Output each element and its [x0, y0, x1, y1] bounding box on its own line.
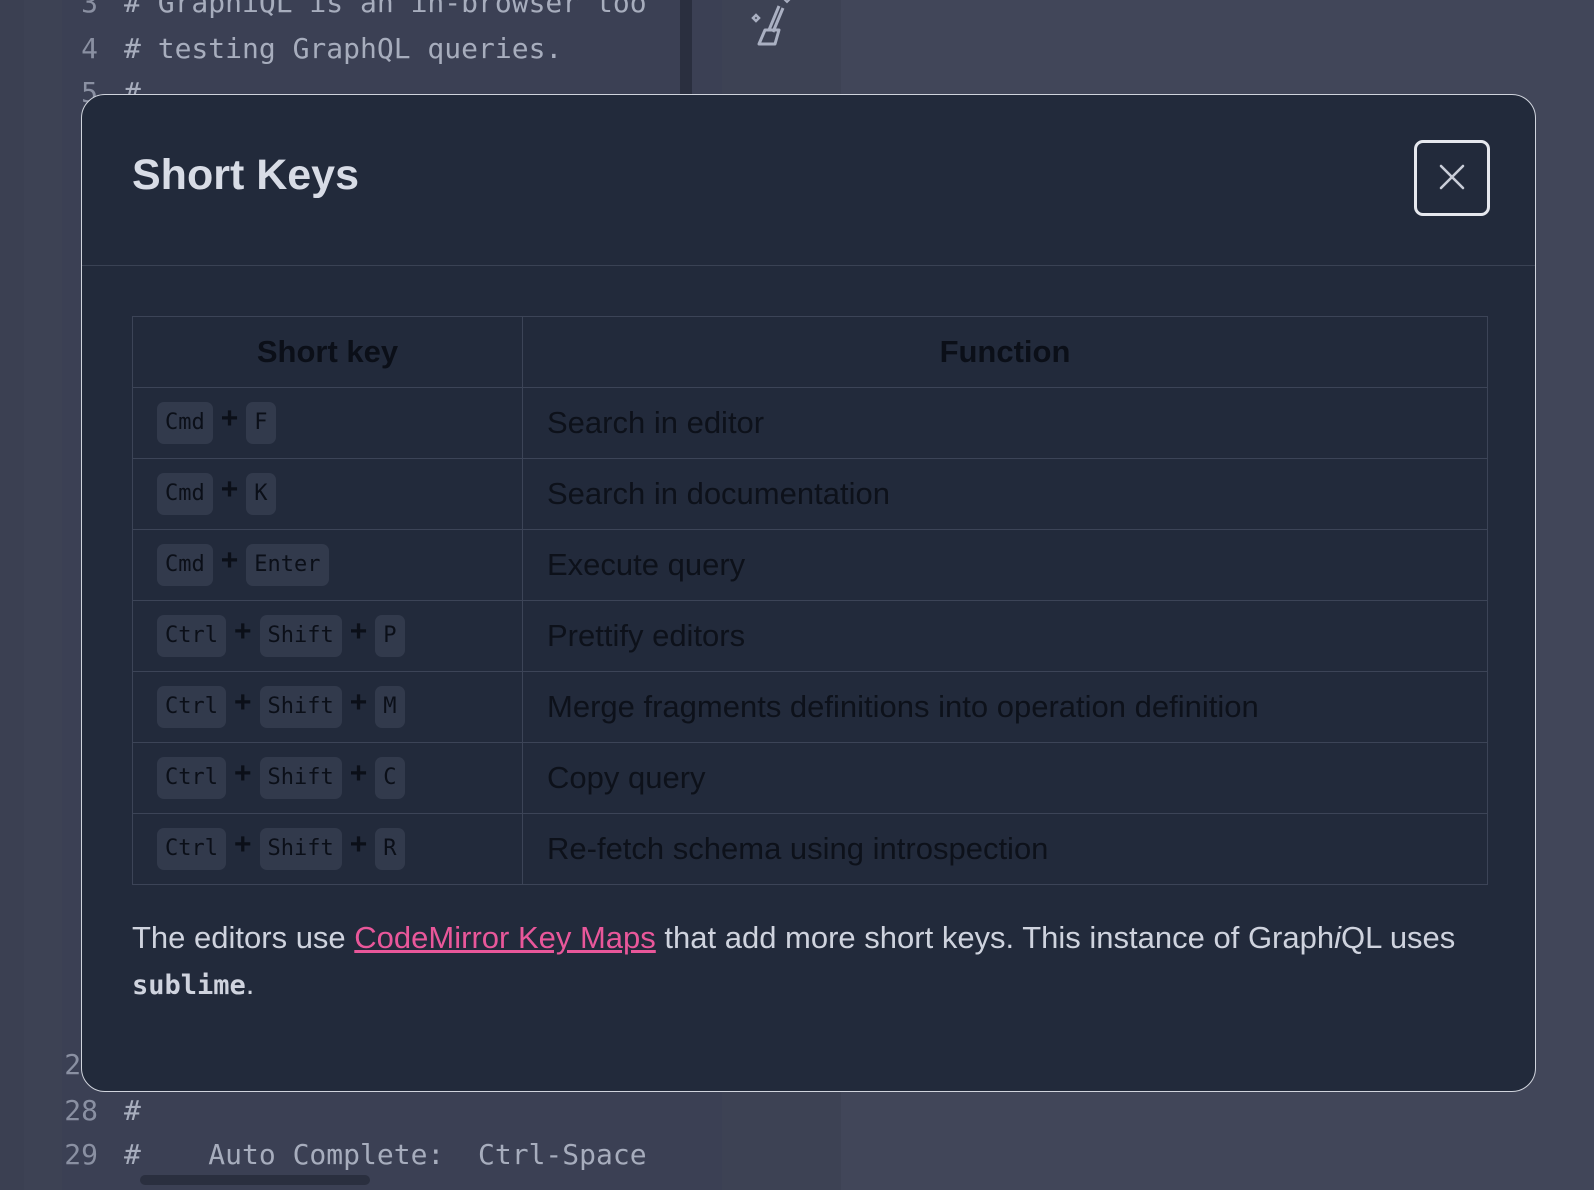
key-separator: +: [349, 828, 368, 861]
short-keys-table: Short key Function Cmd + F Search in editor…: [132, 316, 1488, 885]
column-header-short-key: Short key: [132, 316, 523, 388]
short-key-cell: Cmd + K: [132, 458, 523, 530]
line-number: 4: [81, 32, 98, 65]
footer-text-middle: that add more short keys. This instance …: [655, 920, 1335, 955]
key-separator: +: [349, 615, 368, 648]
key-cap: F: [246, 402, 276, 444]
dialog-title: Short Keys: [132, 151, 360, 199]
key-cap: Cmd: [157, 402, 213, 444]
key-cap: C: [375, 757, 405, 799]
short-keys-dialog: Short Keys Short key Function Cmd + F Searc…: [81, 94, 1536, 1092]
code-text: # GraphiQL is an in-browser too: [124, 0, 647, 19]
key-separator: +: [233, 615, 252, 648]
table-body: Cmd + F Search in editor Cmd + K Search in docu…: [132, 387, 1488, 885]
dialog-footer-text: The editors use CodeMirror Key Maps that…: [132, 915, 1472, 1009]
table-row: Ctrl + Shift + M Merge fragments definitions …: [132, 671, 1488, 743]
prettify-icon[interactable]: [745, 0, 795, 50]
key-cap: Ctrl: [157, 615, 226, 657]
key-cap: Ctrl: [157, 686, 226, 728]
code-line: 29 # Auto Complete: Ctrl-Space: [60, 1138, 647, 1171]
line-number: 28: [64, 1094, 98, 1127]
keymap-name: sublime: [132, 970, 246, 1001]
key-cap: Enter: [246, 544, 329, 586]
table-row: Ctrl + Shift + P Prettify editors: [132, 600, 1488, 672]
editor-scrollbar-horizontal[interactable]: [140, 1175, 370, 1185]
footer-text-uses: QL uses: [1341, 920, 1456, 955]
code-line: 4 # testing GraphQL queries.: [60, 32, 562, 65]
key-cap: Shift: [259, 686, 342, 728]
key-separator: +: [233, 828, 252, 861]
table-row: Ctrl + Shift + R Re-fetch schema using intros…: [132, 813, 1488, 885]
code-text: # testing GraphQL queries.: [124, 32, 563, 65]
table-header-row: Short key Function: [132, 316, 1488, 388]
footer-text-start: The editors use: [132, 920, 355, 955]
short-key-cell: Ctrl + Shift + C: [132, 742, 523, 814]
function-cell: Search in documentation: [522, 458, 1488, 530]
key-separator: +: [220, 473, 239, 506]
table-row: Cmd + K Search in documentation: [132, 458, 1488, 530]
key-separator: +: [349, 686, 368, 719]
key-separator: +: [220, 544, 239, 577]
sidebar-strip: [0, 0, 24, 1190]
short-key-cell: Cmd + F: [132, 387, 523, 459]
key-cap: Ctrl: [157, 828, 226, 870]
key-cap: Cmd: [157, 544, 213, 586]
key-separator: +: [349, 757, 368, 790]
function-cell: Prettify editors: [522, 600, 1488, 672]
code-line: 28 #: [60, 1094, 141, 1127]
table-row: Cmd + Enter Execute query: [132, 529, 1488, 601]
editor-scrollbar-vertical[interactable]: [680, 0, 692, 95]
table-row: Cmd + F Search in editor: [132, 387, 1488, 459]
close-button[interactable]: [1414, 140, 1490, 216]
codemirror-keymaps-link[interactable]: CodeMirror Key Maps: [354, 920, 655, 955]
footer-text-end: .: [245, 966, 255, 1001]
table-row: Ctrl + Shift + C Copy query: [132, 742, 1488, 814]
key-separator: +: [233, 686, 252, 719]
key-cap: R: [375, 828, 405, 870]
dialog-header: Short Keys: [82, 95, 1535, 266]
close-icon: [1439, 164, 1465, 193]
key-cap: Ctrl: [157, 757, 226, 799]
key-cap: M: [375, 686, 405, 728]
short-key-cell: Ctrl + Shift + R: [132, 813, 523, 885]
short-key-cell: Ctrl + Shift + M: [132, 671, 523, 743]
key-cap: P: [375, 615, 405, 657]
short-key-cell: Cmd + Enter: [132, 529, 523, 601]
key-cap: K: [246, 473, 276, 515]
function-cell: Re-fetch schema using introspection: [522, 813, 1488, 885]
key-cap: Cmd: [157, 473, 213, 515]
function-cell: Copy query: [522, 742, 1488, 814]
code-text: #: [124, 1094, 141, 1127]
function-cell: Search in editor: [522, 387, 1488, 459]
line-number: 29: [64, 1138, 98, 1171]
function-cell: Execute query: [522, 529, 1488, 601]
key-cap: Shift: [259, 828, 342, 870]
code-line: 3 # GraphiQL is an in-browser too: [60, 0, 647, 19]
key-cap: Shift: [259, 615, 342, 657]
key-cap: Shift: [259, 757, 342, 799]
key-separator: +: [220, 402, 239, 435]
function-cell: Merge fragments definitions into operati…: [522, 671, 1488, 743]
footer-italic-i: i: [1334, 920, 1341, 955]
line-number: 3: [81, 0, 98, 19]
short-key-cell: Ctrl + Shift + P: [132, 600, 523, 672]
code-text: # Auto Complete: Ctrl-Space: [124, 1138, 647, 1171]
key-separator: +: [233, 757, 252, 790]
column-header-function: Function: [522, 316, 1488, 388]
